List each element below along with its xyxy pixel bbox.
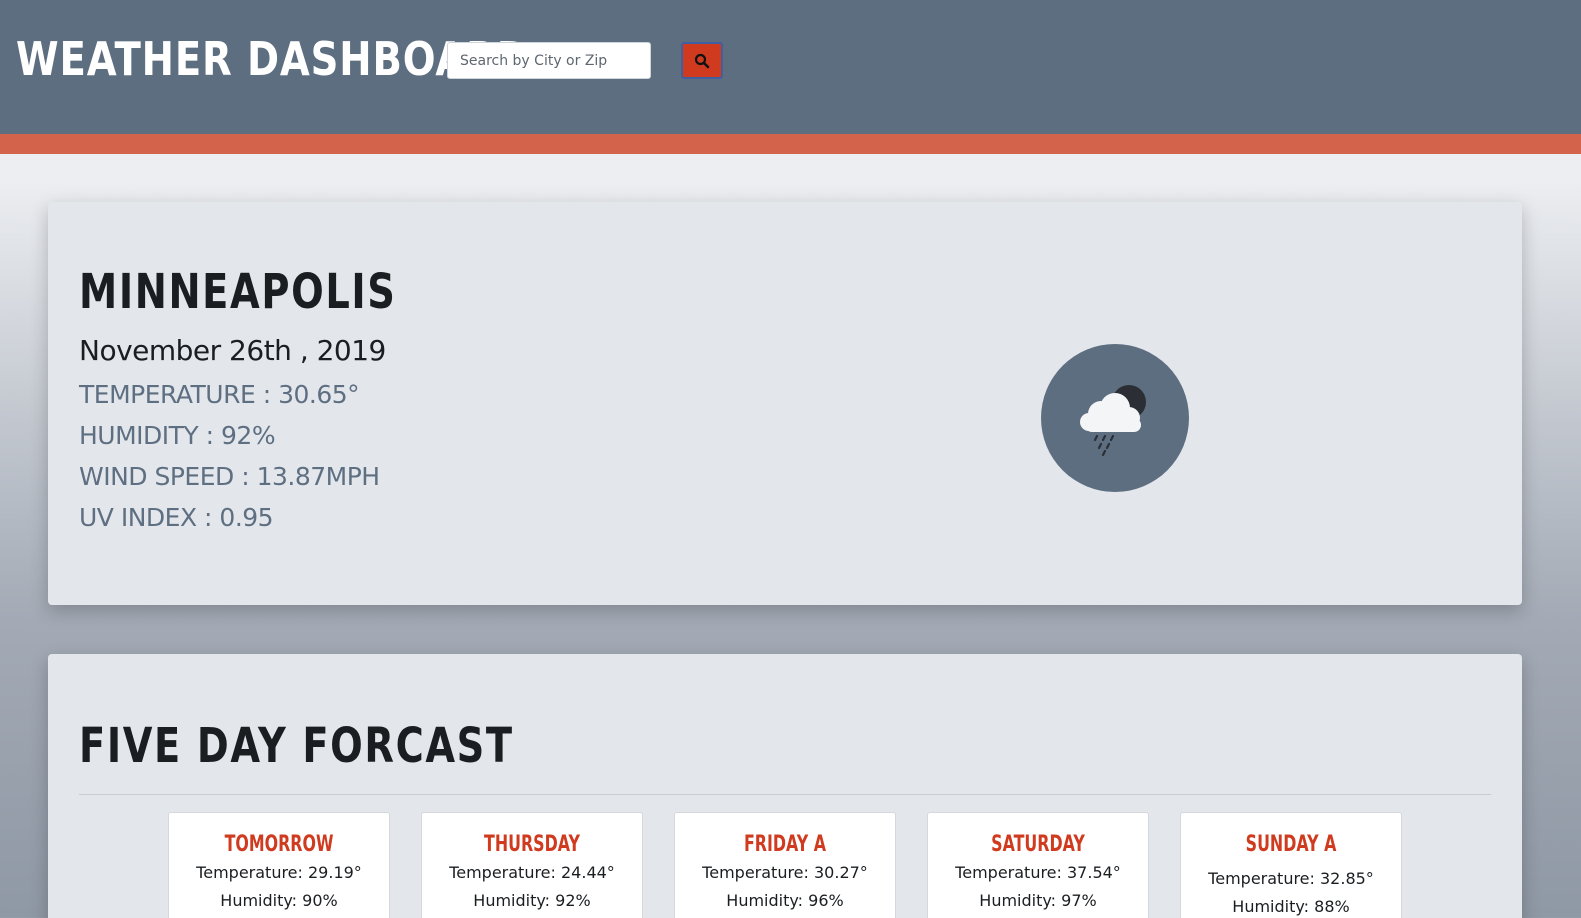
- forecast-day-humidity: Humidity: 96%: [726, 891, 844, 910]
- forecast-day-name: Saturday: [991, 832, 1085, 857]
- current-date: November 26th , 2019: [79, 334, 386, 367]
- app-header: Weather Dashboard: [0, 0, 1581, 134]
- search-button[interactable]: [681, 42, 723, 79]
- forecast-day-name: Tomorrow: [224, 832, 334, 857]
- weather-icon-circle: [1041, 344, 1189, 492]
- current-humidity: HUMIDITY : 92%: [79, 421, 276, 450]
- forecast-day-humidity: Humidity: 92%: [473, 891, 591, 910]
- current-uv-index: UV INDEX : 0.95: [79, 503, 274, 532]
- city-name: Minneapolis: [79, 264, 397, 320]
- accent-bar: [0, 134, 1581, 154]
- divider: [79, 794, 1491, 795]
- current-wind-speed: WIND SPEED : 13.87MPH: [79, 462, 380, 491]
- current-weather-card: Minneapolis November 26th , 2019 TEMPERA…: [48, 202, 1522, 605]
- forecast-card: Five Day Forcast Tomorrow Temperature: 2…: [48, 654, 1522, 918]
- forecast-day-humidity: Humidity: 90%: [220, 891, 338, 910]
- search-input[interactable]: [447, 42, 651, 79]
- cloud-rain-night-icon: [1080, 385, 1146, 457]
- forecast-day-temperature: Temperature: 32.85°: [1208, 869, 1374, 888]
- forecast-day-card: Friday A Temperature: 30.27° Humidity: 9…: [674, 812, 896, 918]
- forecast-day-humidity: Humidity: 88%: [1232, 897, 1350, 916]
- forecast-day-name: Friday A: [743, 832, 827, 857]
- forecast-day-card: Thursday Temperature: 24.44° Humidity: 9…: [421, 812, 643, 918]
- forecast-day-humidity: Humidity: 97%: [979, 891, 1097, 910]
- forecast-day-temperature: Temperature: 29.19°: [196, 863, 362, 882]
- forecast-day-card: Tomorrow Temperature: 29.19° Humidity: 9…: [168, 812, 390, 918]
- forecast-day-card: Saturday Temperature: 37.54° Humidity: 9…: [927, 812, 1149, 918]
- current-temperature: TEMPERATURE : 30.65°: [79, 380, 360, 409]
- forecast-day-card: Sunday A Temperature: 32.85° Humidity: 8…: [1180, 812, 1402, 918]
- forecast-day-name: Thursday: [484, 832, 580, 857]
- forecast-day-temperature: Temperature: 37.54°: [955, 863, 1121, 882]
- forecast-day-temperature: Temperature: 24.44°: [449, 863, 615, 882]
- search-icon: [694, 53, 710, 68]
- forecast-day-temperature: Temperature: 30.27°: [702, 863, 868, 882]
- forecast-day-name: Sunday A: [1245, 832, 1337, 857]
- forecast-title: Five Day Forcast: [79, 718, 514, 774]
